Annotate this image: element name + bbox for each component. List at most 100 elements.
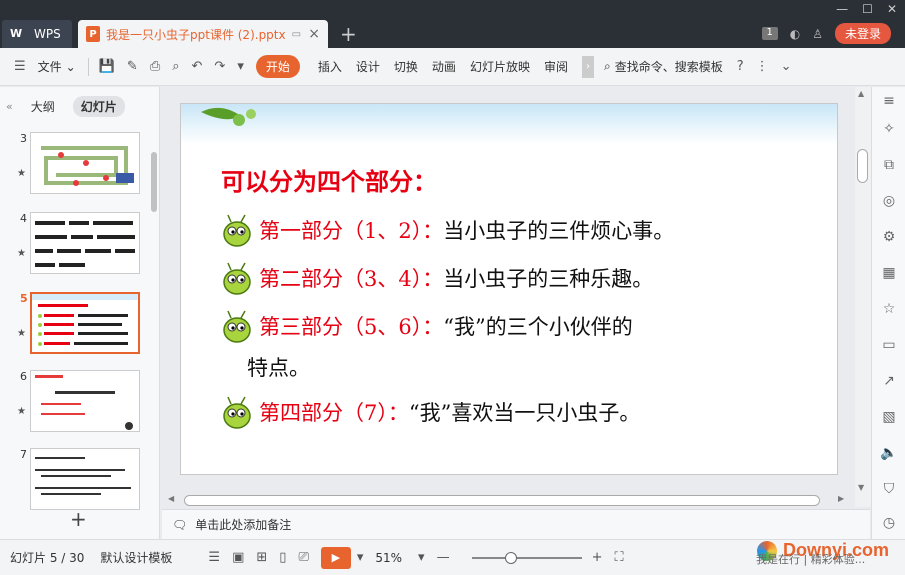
skin-icon[interactable]: ◐: [790, 27, 800, 41]
thumbnail-item[interactable]: 5 ★: [0, 292, 150, 362]
slide-thumbnail[interactable]: [30, 370, 140, 432]
part-text: “我”喜欢当一只小虫子。: [408, 401, 641, 425]
normal-view-icon[interactable]: ▣: [232, 550, 244, 565]
reading-view-icon[interactable]: ▯: [279, 550, 286, 565]
archive-icon[interactable]: ▭: [880, 337, 898, 355]
collapse-panel-icon[interactable]: «: [6, 100, 13, 113]
tab-transition[interactable]: 切换: [394, 58, 418, 75]
maximize-icon[interactable]: ☐: [862, 2, 873, 16]
print-preview-icon[interactable]: ⌕: [172, 59, 179, 74]
scroll-right-icon[interactable]: ▶: [838, 494, 844, 503]
tab-review[interactable]: 审阅: [544, 58, 568, 75]
slide-thumbnail[interactable]: [30, 132, 140, 194]
settings-sliders-icon[interactable]: ⚙: [880, 229, 898, 247]
notes-placeholder[interactable]: 单击此处添加备注: [195, 516, 291, 533]
current-slide[interactable]: 可以分为四个部分： 第一部分（1、2）： 当小虫子的三件烦心事。 第二部分（3、…: [180, 103, 838, 475]
file-menu[interactable]: 文件 ⌄: [38, 58, 76, 75]
zoom-in-icon[interactable]: +: [592, 550, 603, 565]
shirt-icon[interactable]: ♙: [812, 27, 823, 41]
window-count-badge[interactable]: 1: [761, 27, 778, 40]
tab-slideshow[interactable]: 幻灯片放映: [470, 58, 530, 75]
star-icon[interactable]: ☆: [880, 301, 898, 319]
new-tab-button[interactable]: +: [340, 22, 357, 46]
close-window-icon[interactable]: ✕: [887, 2, 897, 16]
command-search[interactable]: ⌕ 查找命令、搜索模板: [604, 58, 723, 75]
horizontal-scrollbar[interactable]: ◀ ▶: [162, 492, 855, 508]
vertical-scroll-thumb[interactable]: [857, 149, 868, 183]
shield-icon[interactable]: ⛉: [880, 481, 898, 499]
menu-icon[interactable]: ☰: [14, 59, 26, 74]
tab-design[interactable]: 设计: [356, 58, 380, 75]
image-icon[interactable]: ▧: [880, 409, 898, 427]
template-name[interactable]: 默认设计模板: [100, 549, 172, 566]
wps-home-tab[interactable]: W WPS: [2, 20, 72, 48]
horizontal-scroll-thumb[interactable]: [184, 495, 820, 506]
minimize-icon[interactable]: —: [836, 2, 848, 16]
caterpillar-icon: [223, 310, 251, 343]
notes-pane[interactable]: 🗨 单击此处添加备注: [162, 509, 870, 539]
vertical-scrollbar[interactable]: ▲ ▼: [855, 87, 871, 507]
watermark-subtext: 我是在行 | 精彩体验...: [756, 553, 866, 566]
help-icon[interactable]: ?: [737, 59, 744, 74]
redo-icon[interactable]: ↷: [214, 59, 225, 74]
divider: [87, 57, 89, 76]
maze-thumbnail-graphic: [31, 133, 139, 193]
zoom-level[interactable]: 51%: [375, 551, 402, 565]
play-options-icon[interactable]: ▾: [357, 550, 364, 565]
print-icon[interactable]: ⎙: [150, 59, 160, 74]
scroll-left-icon[interactable]: ◀: [168, 494, 174, 503]
collapse-ribbon-icon[interactable]: ⌄: [781, 59, 792, 74]
presenter-view-icon[interactable]: ⎚: [298, 550, 308, 565]
part-label: 第二部分（3、4）：: [259, 267, 444, 291]
zoom-dropdown-icon[interactable]: ▾: [418, 550, 425, 565]
format-painter-icon[interactable]: ✎: [127, 59, 138, 74]
shapes-icon[interactable]: ◎: [880, 193, 898, 211]
zoom-out-icon[interactable]: —: [437, 550, 450, 565]
slide-thumbnail-selected[interactable]: [30, 292, 140, 354]
magic-icon[interactable]: ✧: [880, 121, 898, 139]
slide-editor-canvas: 可以分为四个部分： 第一部分（1、2）： 当小虫子的三件烦心事。 第二部分（3、…: [162, 87, 855, 507]
share-icon[interactable]: ↗: [880, 373, 898, 391]
slide-thumbnail[interactable]: [30, 212, 140, 274]
close-tab-icon[interactable]: ×: [308, 26, 320, 42]
tab-insert[interactable]: 插入: [318, 58, 342, 75]
slide-sorter-icon[interactable]: ⊞: [256, 550, 267, 565]
ribbon-scroll-right-icon[interactable]: ›: [581, 55, 594, 78]
slide-thumbnail[interactable]: [30, 448, 140, 510]
play-slideshow-button[interactable]: ▶: [320, 546, 351, 569]
thumbnail-item[interactable]: 3 ★: [0, 132, 150, 202]
add-slide-button[interactable]: +: [70, 507, 87, 531]
notes-toggle-icon[interactable]: ☰: [208, 550, 220, 565]
copy-icon[interactable]: ⧉: [880, 157, 898, 175]
slide-heading: 可以分为四个部分：: [221, 167, 437, 196]
tab-slides[interactable]: 幻灯片: [72, 95, 125, 117]
zoom-slider[interactable]: [471, 551, 582, 564]
document-tab[interactable]: P 我是一只小虫子ppt课件 (2).pptx ▭ ×: [78, 20, 328, 48]
part-text: 当小虫子的三种乐趣。: [443, 267, 654, 291]
zoom-slider-handle[interactable]: [504, 551, 517, 564]
part-line: 第四部分（7）： “我”喜欢当一只小虫子。: [219, 394, 640, 430]
pptx-file-icon: P: [86, 26, 100, 42]
tab-home[interactable]: 开始: [255, 55, 300, 78]
tab-animation[interactable]: 动画: [432, 58, 456, 75]
thumbnail-item[interactable]: 4 ★: [0, 212, 150, 282]
undo-icon[interactable]: ↶: [192, 59, 203, 74]
thumbnail-scrollbar[interactable]: [151, 152, 157, 212]
login-button[interactable]: 未登录: [834, 23, 891, 44]
thumbnail-number: 5: [20, 292, 28, 305]
scroll-down-icon[interactable]: ▼: [858, 483, 864, 492]
gallery-icon[interactable]: ▦: [880, 265, 898, 283]
thumbnail-item[interactable]: 6 ★: [0, 370, 150, 440]
more-icon[interactable]: ⋮: [756, 59, 769, 74]
tab-restore-icon[interactable]: ▭: [292, 29, 301, 40]
thumbnail-number: 3: [20, 132, 27, 145]
save-icon[interactable]: 💾: [99, 59, 115, 74]
tab-outline[interactable]: 大纲: [23, 96, 63, 117]
audio-icon[interactable]: 🔈: [880, 445, 898, 463]
quick-access-dropdown-icon[interactable]: ▾: [237, 59, 244, 74]
fit-window-icon[interactable]: ⛶: [614, 550, 623, 565]
history-icon[interactable]: ◷: [880, 515, 898, 533]
scroll-up-icon[interactable]: ▲: [858, 89, 864, 98]
sidebar-menu-icon[interactable]: ≡: [880, 93, 898, 111]
thumbnail-number: 4: [20, 212, 27, 225]
